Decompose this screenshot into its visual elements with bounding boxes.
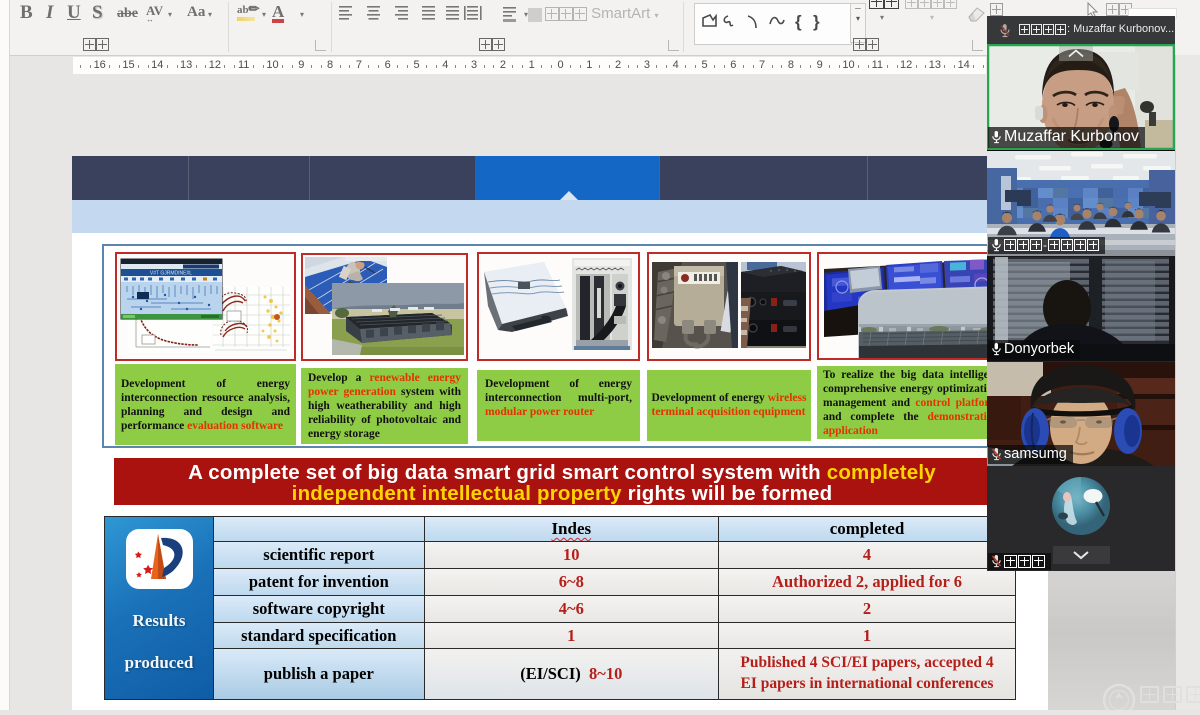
svg-text:{: { — [795, 12, 802, 31]
svg-text:}: } — [813, 12, 820, 31]
svg-text:V#T GJRMDINE#L: V#T GJRMDINE#L — [150, 271, 192, 277]
